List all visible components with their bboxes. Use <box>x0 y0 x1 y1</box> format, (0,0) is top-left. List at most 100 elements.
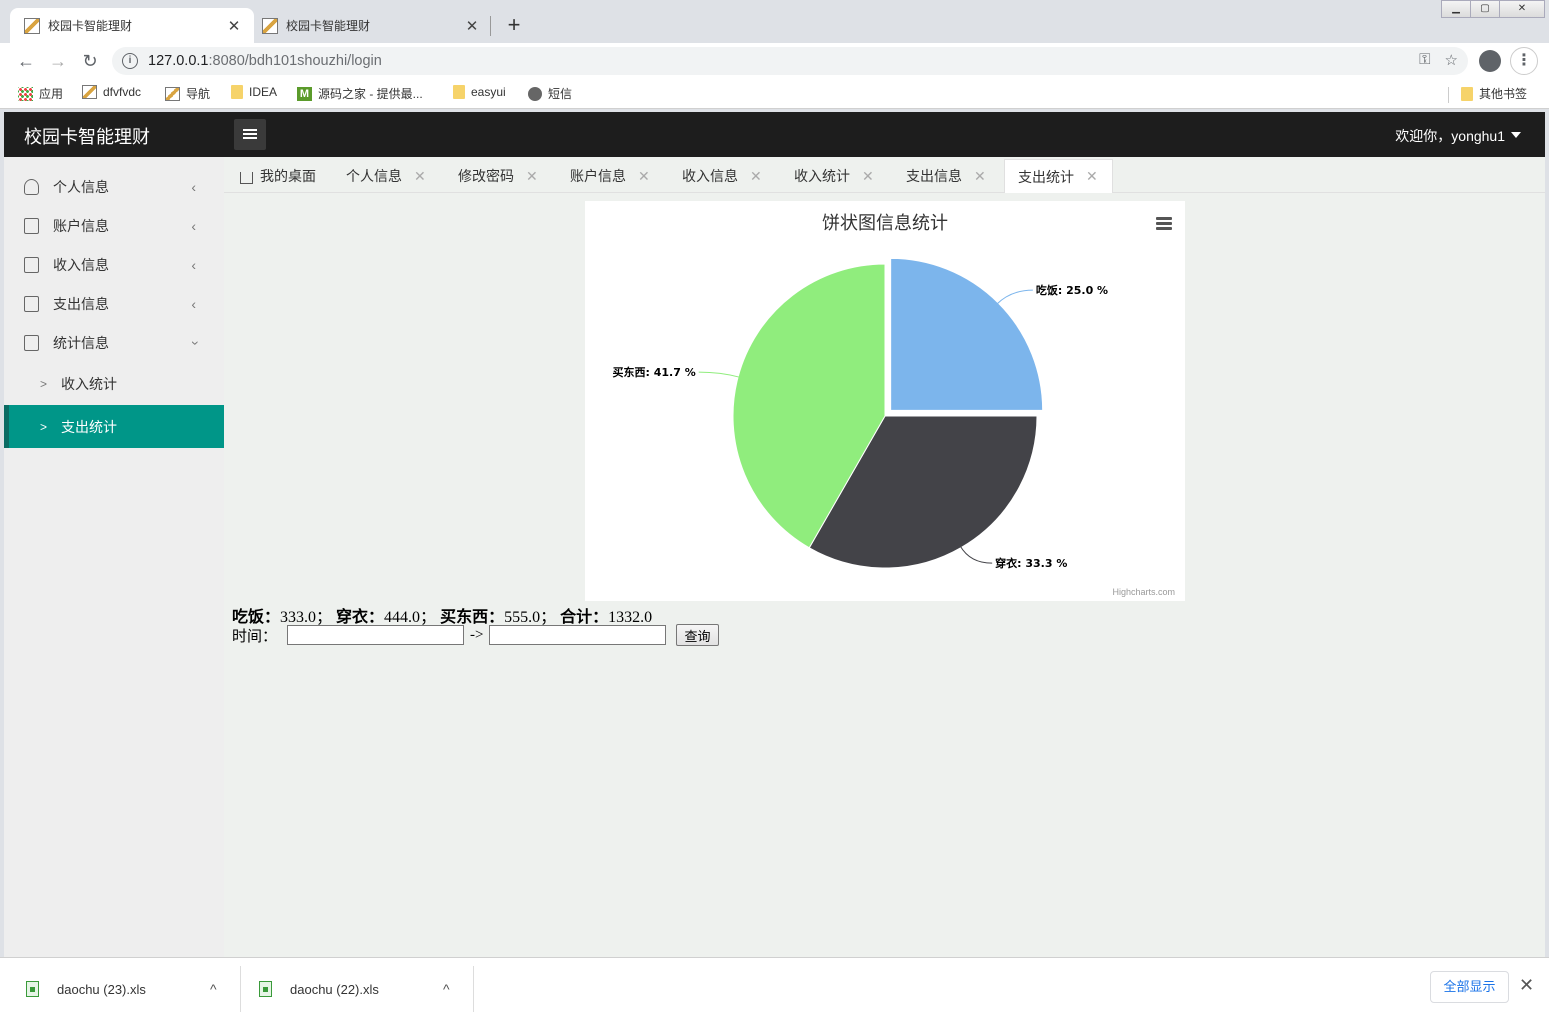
chevron-up-icon[interactable]: ^ <box>210 981 217 997</box>
sidebar-subitem-income-stats[interactable]: > 收入统计 <box>4 362 224 405</box>
folder-icon <box>1461 86 1473 101</box>
tab-income-stats[interactable]: 收入统计 ✕ <box>794 159 874 193</box>
page-favicon-icon <box>82 85 97 99</box>
page-favicon-icon <box>262 17 278 34</box>
pie-slice[interactable] <box>890 257 1044 411</box>
sidebar-item-personal[interactable]: 个人信息 ‹ <box>4 167 224 206</box>
close-icon[interactable]: ✕ <box>1519 975 1534 996</box>
window-controls: ▁ ▢ ✕ <box>1441 0 1545 18</box>
start-time-input[interactable] <box>287 625 465 645</box>
bookmark-label: easyui <box>471 85 506 99</box>
close-icon[interactable]: ✕ <box>414 168 426 185</box>
close-icon[interactable]: ✕ <box>750 168 762 185</box>
excel-file-icon <box>259 981 272 997</box>
folder-icon <box>453 85 465 99</box>
bookmark-item[interactable]: 导航 <box>165 85 210 102</box>
bookmark-item[interactable]: dfvfvdc <box>82 85 141 99</box>
sidebar-subitem-label: 收入统计 <box>61 375 118 392</box>
close-tab-icon[interactable]: ✕ <box>226 17 242 35</box>
apps-grid-icon <box>18 86 33 101</box>
bookmark-label: 源码之家 - 提供最... <box>318 87 423 101</box>
url-text[interactable]: 127.0.0.1:8080/bdh101shouzhi/login <box>148 53 382 69</box>
close-icon[interactable]: ✕ <box>862 168 874 185</box>
profile-avatar-icon[interactable] <box>1479 50 1501 72</box>
key-icon[interactable]: ⚿ <box>1419 51 1430 69</box>
main-content: 我的桌面 个人信息 ✕ 修改密码 ✕ 账户信息 ✕ 收入信息 ✕ 收入统计 ✕ 支出信息 ✕… <box>224 157 1545 957</box>
browser-toolbar: ← → ↻ i 127.0.0.1:8080/bdh101shouzhi/log… <box>0 43 1549 79</box>
browser-tab-title: 校园卡智能理财 <box>286 19 371 33</box>
close-icon[interactable]: ✕ <box>1086 168 1098 185</box>
sidebar-subitem-expense-stats[interactable]: > 支出统计 <box>4 405 224 448</box>
download-item[interactable]: daochu (23).xls ^ <box>26 974 217 1004</box>
tab-change-password[interactable]: 修改密码 ✕ <box>458 159 538 193</box>
menu-bar <box>243 133 257 135</box>
close-tab-icon[interactable]: ✕ <box>464 17 480 35</box>
folder-icon <box>231 85 243 99</box>
tab-label: 我的桌面 <box>260 168 316 184</box>
pie-data-label: 买东西: 41.7 % <box>613 365 696 379</box>
globe-icon <box>528 86 542 101</box>
close-icon[interactable]: ✕ <box>974 168 986 185</box>
tab-income[interactable]: 收入信息 ✕ <box>682 159 762 193</box>
site-info-icon[interactable]: i <box>122 53 138 69</box>
address-bar[interactable]: i 127.0.0.1:8080/bdh101shouzhi/login ⚿ ☆ <box>112 47 1468 75</box>
bookmark-apps[interactable]: 应用 <box>18 85 63 102</box>
bookmark-label: 应用 <box>39 87 64 101</box>
sidebar-item-account[interactable]: 账户信息 ‹ <box>4 206 224 245</box>
bookmark-other[interactable]: 其他书签 <box>1461 85 1527 102</box>
bookmark-item[interactable]: IDEA <box>231 85 277 99</box>
browser-menu-icon[interactable]: ⋮ <box>1510 47 1538 75</box>
url-path: :8080/bdh101shouzhi/login <box>208 53 382 69</box>
tab-label: 账户信息 <box>570 168 626 184</box>
bookmark-item[interactable]: M 源码之家 - 提供最... <box>297 85 423 102</box>
user-menu[interactable]: 欢迎你，yonghu1 <box>1395 126 1521 146</box>
bookmark-item[interactable]: easyui <box>453 85 506 99</box>
chevron-up-icon[interactable]: ^ <box>443 981 450 997</box>
maximize-button[interactable]: ▢ <box>1470 0 1500 18</box>
tab-expense[interactable]: 支出信息 ✕ <box>906 159 986 193</box>
file-icon <box>24 334 39 351</box>
bookmark-item[interactable]: 短信 <box>528 85 572 102</box>
sidebar-subitem-label: 支出统计 <box>61 418 118 435</box>
tab-label: 收入信息 <box>682 168 738 184</box>
new-tab-button[interactable]: + <box>503 12 525 38</box>
file-icon <box>24 295 39 312</box>
bookmarks-divider <box>1448 87 1449 103</box>
tab-label: 支出信息 <box>906 168 962 184</box>
tab-expense-stats[interactable]: 支出统计 ✕ <box>1004 159 1113 193</box>
query-button[interactable]: 查询 <box>676 624 719 646</box>
app-brand[interactable]: 校园卡智能理财 <box>24 123 150 149</box>
tab-desktop[interactable]: 我的桌面 <box>240 159 316 193</box>
pie-data-label: 穿衣: 33.3 % <box>995 556 1067 570</box>
chevron-right-icon: > <box>40 419 48 434</box>
window-close-button[interactable]: ✕ <box>1499 0 1545 18</box>
sidebar-item-income[interactable]: 收入信息 ‹ <box>4 245 224 284</box>
tab-label: 修改密码 <box>458 168 514 184</box>
show-all-downloads-button[interactable]: 全部显示 <box>1430 971 1509 1003</box>
file-icon <box>24 256 39 273</box>
tab-account[interactable]: 账户信息 ✕ <box>570 159 650 193</box>
bookmark-label: IDEA <box>249 85 278 99</box>
tab-divider <box>490 16 491 36</box>
chevron-left-icon: ‹ <box>191 178 196 195</box>
reload-icon[interactable]: ↻ <box>74 51 106 72</box>
sidebar-item-expense[interactable]: 支出信息 ‹ <box>4 284 224 323</box>
end-time-input[interactable] <box>489 625 667 645</box>
bookmark-star-icon[interactable]: ☆ <box>1445 51 1458 69</box>
close-icon[interactable]: ✕ <box>638 168 650 185</box>
close-icon[interactable]: ✕ <box>526 168 538 185</box>
time-query-form: 时间： -> 查询 <box>232 624 719 646</box>
bookmark-label: dfvfvdc <box>103 85 142 99</box>
back-icon[interactable]: ← <box>10 51 42 72</box>
tab-personal[interactable]: 个人信息 ✕ <box>346 159 426 193</box>
browser-tab[interactable]: 校园卡智能理财 ✕ <box>10 8 254 43</box>
sidebar-toggle-button[interactable] <box>234 119 266 150</box>
forward-icon[interactable]: → <box>42 51 74 72</box>
download-divider <box>473 966 474 1012</box>
sidebar-item-label: 统计信息 <box>53 334 109 351</box>
chart-credits[interactable]: Highcharts.com <box>1112 587 1175 597</box>
sidebar-item-statistics[interactable]: 统计信息 ‹ <box>4 323 224 362</box>
minimize-button[interactable]: ▁ <box>1441 0 1471 18</box>
download-item[interactable]: daochu (22).xls ^ <box>259 974 450 1004</box>
browser-tab[interactable]: 校园卡智能理财 ✕ <box>248 8 492 43</box>
